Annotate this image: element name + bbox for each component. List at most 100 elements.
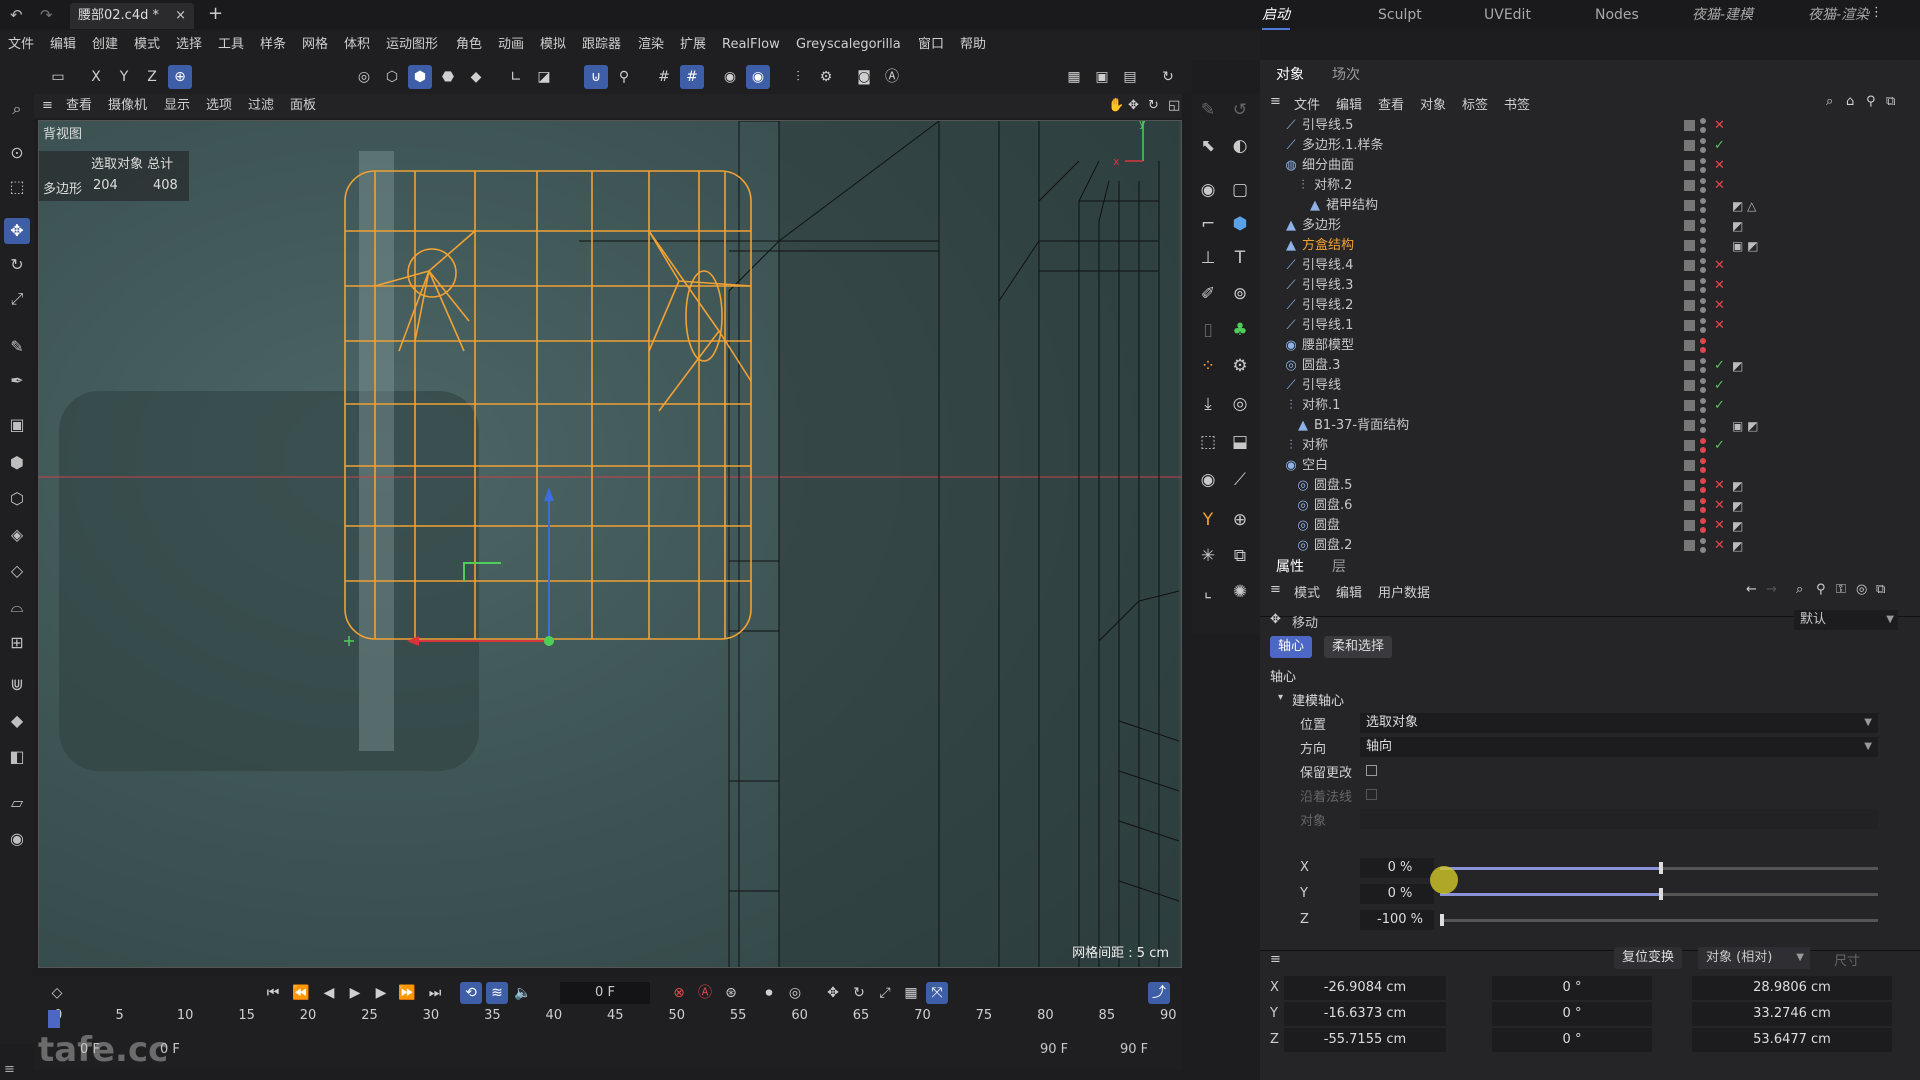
tab-attributes[interactable]: 属性 — [1276, 556, 1304, 576]
editor-visibility-dot[interactable] — [1700, 278, 1706, 284]
object-tags[interactable]: ◩ — [1732, 216, 1743, 236]
objects-new-window-icon[interactable]: ⧉ — [1886, 94, 1895, 109]
prev-key-icon[interactable]: ⏪ — [290, 982, 312, 1004]
editor-visibility-dot[interactable] — [1700, 398, 1706, 404]
render-visibility-dot[interactable] — [1700, 467, 1706, 473]
coord-size-field[interactable]: 53.6477 cm — [1692, 1028, 1892, 1052]
autokey-icon[interactable]: Ⓐ — [694, 982, 716, 1004]
model-mode-cube-icon[interactable]: ⬢ — [4, 450, 30, 476]
sketch-icon[interactable]: ↺ — [1226, 96, 1254, 124]
menu-edit[interactable]: 编辑 — [50, 30, 76, 60]
along-normal-checkbox[interactable] — [1366, 789, 1377, 800]
import-icon[interactable]: ⤓ — [1194, 390, 1222, 418]
editor-visibility-dot[interactable] — [1700, 338, 1706, 344]
menu-mograph[interactable]: 运动图形 — [386, 30, 438, 60]
solo-icon[interactable]: ◪ — [532, 65, 556, 89]
pen-icon[interactable]: ✒ — [4, 368, 30, 394]
objects-menu-file[interactable]: 文件 — [1294, 94, 1320, 113]
objects-search-icon[interactable]: ⌕ — [1826, 94, 1833, 109]
object-tags[interactable]: ◩ — [1732, 476, 1743, 496]
gizmo-center[interactable] — [544, 636, 554, 646]
mograph-icon[interactable]: ⊚ — [1226, 280, 1254, 308]
editor-visibility-dot[interactable] — [1700, 378, 1706, 384]
bend-icon[interactable]: ⟋ — [1226, 466, 1254, 494]
editor-visibility-dot[interactable] — [1700, 438, 1706, 444]
object-row[interactable]: ⟋ 多边形.1.样条 ✓ — [1270, 136, 1890, 156]
object-row[interactable]: ◎ 圆盘 ✕ ◩ — [1270, 516, 1890, 536]
editor-visibility-dot[interactable] — [1700, 118, 1706, 124]
viewport-camera-label[interactable]: 背视图 — [43, 123, 82, 142]
texture-mode-icon[interactable]: ◆ — [464, 65, 488, 89]
sound-icon[interactable]: 🔈 — [512, 982, 534, 1004]
camera-object-icon[interactable]: ◐ — [1226, 132, 1254, 160]
menu-realflow[interactable]: RealFlow — [722, 30, 780, 60]
soft-select-active-icon[interactable]: ◉ — [746, 65, 770, 89]
layer-color-swatch[interactable] — [1684, 520, 1695, 531]
object-row[interactable]: ⟋ 引导线.2 ✕ — [1270, 296, 1890, 316]
object-link-field[interactable] — [1360, 809, 1878, 829]
objects-menu-bookmarks[interactable]: 书签 — [1504, 94, 1530, 113]
keyframe-diamond-icon[interactable]: ◇ — [46, 982, 68, 1004]
param-key-icon[interactable]: ▦ — [900, 982, 922, 1004]
object-tags[interactable]: ◩ — [1732, 496, 1743, 516]
layer-color-swatch[interactable] — [1684, 360, 1695, 371]
objects-menu-tags[interactable]: 标签 — [1462, 94, 1488, 113]
rotation-key-icon[interactable]: ↻ — [848, 982, 870, 1004]
disabled-x-icon[interactable]: ✕ — [1714, 156, 1725, 176]
disabled-x-icon[interactable]: ✕ — [1714, 516, 1725, 536]
attributes-filter-icon[interactable]: ⚲ — [1816, 582, 1826, 597]
generator-icon[interactable]: ⊥ — [1194, 244, 1222, 272]
editor-visibility-dot[interactable] — [1700, 218, 1706, 224]
subtab-axis[interactable]: 轴心 — [1270, 636, 1313, 658]
move-view-icon[interactable]: ✥ — [1128, 94, 1139, 118]
coord-size-field[interactable]: 28.9806 cm — [1692, 976, 1892, 1000]
render-visibility-dot[interactable] — [1700, 267, 1706, 273]
layer-color-swatch[interactable] — [1684, 460, 1695, 471]
menu-mode[interactable]: 模式 — [134, 30, 160, 60]
editor-visibility-dot[interactable] — [1700, 238, 1706, 244]
render-visibility-dot[interactable] — [1700, 227, 1706, 233]
enabled-check-icon[interactable]: ✓ — [1714, 396, 1725, 416]
enabled-check-icon[interactable]: ✓ — [1714, 356, 1725, 376]
key-settings-icon[interactable]: ◎ — [784, 982, 806, 1004]
menu-file[interactable]: 文件 — [8, 30, 34, 60]
object-row[interactable]: ⟋ 引导线.1 ✕ — [1270, 316, 1890, 336]
snap-tool-icon[interactable]: ⊞ — [4, 630, 30, 656]
axis-y-slider[interactable] — [1440, 888, 1878, 900]
material-icon[interactable]: Ⓐ — [880, 65, 904, 89]
attributes-menu-icon[interactable]: ≡ — [1270, 582, 1281, 597]
floor-icon[interactable]: ▱ — [4, 790, 30, 816]
edges-mode-icon[interactable]: ⬡ — [380, 65, 404, 89]
render-settings-icon[interactable]: ▤ — [1118, 65, 1142, 89]
record-icon[interactable]: ⊗ — [668, 982, 690, 1004]
object-tags[interactable]: ◩ — [1732, 536, 1743, 556]
editor-visibility-dot[interactable] — [1700, 258, 1706, 264]
edge-mode-icon[interactable]: ◇ — [4, 558, 30, 584]
redo-icon[interactable]: ↷ — [40, 6, 53, 24]
live-select-icon[interactable]: ⊙ — [4, 140, 30, 166]
layer-color-swatch[interactable] — [1684, 220, 1695, 231]
objects-menu-object[interactable]: 对象 — [1420, 94, 1446, 113]
layout-tab-modeling[interactable]: 夜猫-建模 — [1692, 0, 1753, 30]
layout-tab-sculpt[interactable]: Sculpt — [1378, 0, 1422, 30]
pan-icon[interactable]: ✋ — [1108, 94, 1124, 118]
snap-settings-icon[interactable]: ⚲ — [612, 65, 636, 89]
render-visibility-dot[interactable] — [1700, 367, 1706, 373]
preset-dropdown[interactable]: 默认 ▼ — [1794, 610, 1898, 630]
object-row[interactable]: ▲ B1-37-背面结构 ▣ ◩ — [1270, 416, 1890, 436]
slider-knob[interactable] — [1659, 888, 1663, 900]
menu-volume[interactable]: 体积 — [344, 30, 370, 60]
render-visibility-dot[interactable] — [1700, 427, 1706, 433]
object-row[interactable]: ◎ 圆盘.2 ✕ ◩ — [1270, 536, 1890, 556]
uv-tool-icon[interactable]: ◧ — [4, 744, 30, 770]
editor-visibility-dot[interactable] — [1700, 458, 1706, 464]
reset-transform-button[interactable]: 复位变换 — [1614, 947, 1683, 969]
layer-color-swatch[interactable] — [1684, 420, 1695, 431]
coord-rot-field[interactable]: 0 ° — [1492, 976, 1652, 1000]
attributes-settings-icon[interactable]: ◎ — [1856, 582, 1867, 597]
keep-changes-checkbox[interactable] — [1366, 765, 1377, 776]
coord-pos-field[interactable]: -26.9084 cm — [1284, 976, 1446, 1000]
object-row[interactable]: ◎ 圆盘.6 ✕ ◩ — [1270, 496, 1890, 516]
layout-tab-uvedit[interactable]: UVEdit — [1484, 0, 1531, 30]
snap-icon[interactable]: ⊍ — [584, 65, 608, 89]
